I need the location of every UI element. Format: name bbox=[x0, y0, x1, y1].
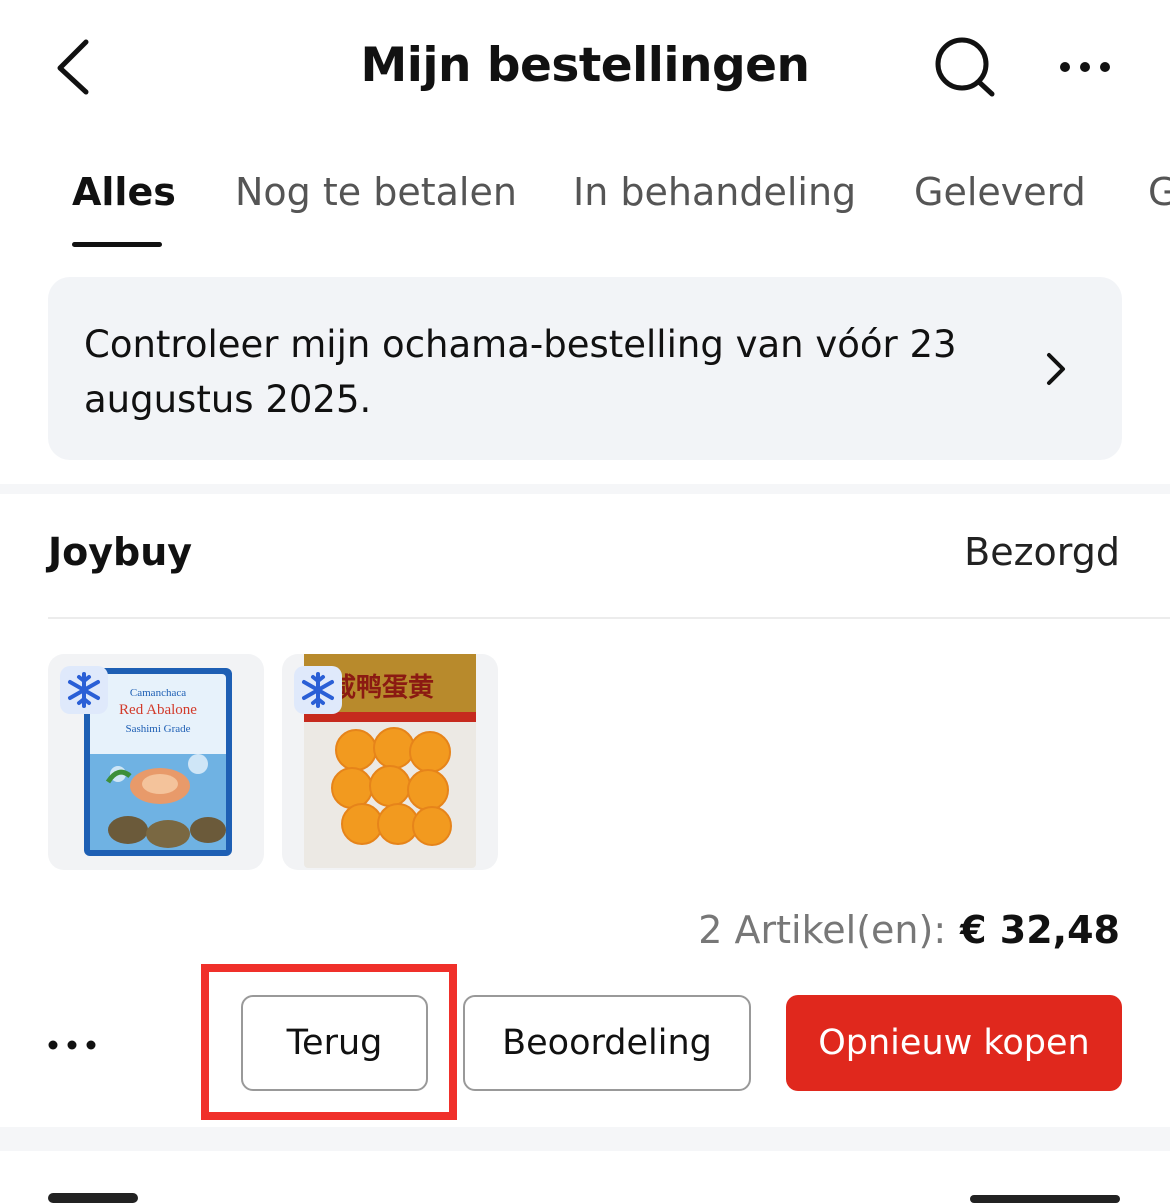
ellipsis-icon bbox=[48, 1040, 96, 1050]
order-status: Bezorgd bbox=[964, 530, 1120, 574]
item-count: 2 Artikel(en): bbox=[698, 908, 947, 952]
abalone-grade-text: Sashimi Grade bbox=[125, 723, 190, 735]
frozen-snowflake-icon bbox=[302, 672, 334, 708]
frozen-snowflake-icon bbox=[68, 672, 100, 708]
buy-again-button[interactable]: Opnieuw kopen bbox=[786, 995, 1122, 1091]
abalone-product-text: Red Abalone bbox=[119, 702, 197, 718]
section-divider bbox=[0, 1127, 1170, 1151]
next-status-cutoff bbox=[970, 1195, 1120, 1203]
tab-in-progress[interactable]: In behandeling bbox=[573, 170, 856, 214]
tab-all[interactable]: Alles bbox=[72, 170, 176, 214]
search-button[interactable] bbox=[932, 36, 998, 100]
frozen-badge bbox=[294, 666, 342, 714]
frozen-badge bbox=[60, 666, 108, 714]
next-shop-name-cutoff bbox=[48, 1193, 138, 1203]
tab-to-pay[interactable]: Nog te betalen bbox=[235, 170, 517, 214]
return-button[interactable]: Terug bbox=[241, 995, 428, 1091]
abalone-brand-text: Camanchaca bbox=[130, 687, 186, 699]
product-thumbnail-egg-yolk[interactable]: 咸鸭蛋黄 bbox=[282, 654, 498, 870]
ellipsis-icon bbox=[1060, 62, 1110, 72]
next-order-card bbox=[0, 1151, 1170, 1203]
order-total: € 32,48 bbox=[960, 908, 1120, 952]
banner-text: Controleer mijn ochama-bestelling van vó… bbox=[84, 323, 957, 421]
product-thumbnail-abalone[interactable]: Camanchaca Red Abalone Sashimi Grade bbox=[48, 654, 264, 870]
active-tab-indicator bbox=[72, 242, 162, 247]
old-orders-banner[interactable]: Controleer mijn ochama-bestelling van vó… bbox=[48, 277, 1122, 460]
order-summary: 2 Artikel(en): € 32,48 bbox=[698, 908, 1120, 952]
egg-yolk-package-text: 咸鸭蛋黄 bbox=[330, 673, 434, 703]
tab-more-truncated[interactable]: G bbox=[1148, 170, 1170, 214]
section-divider bbox=[0, 484, 1170, 494]
top-bar: Mijn bestellingen bbox=[0, 0, 1170, 135]
card-divider bbox=[48, 617, 1170, 619]
search-icon bbox=[935, 37, 995, 97]
more-actions-button[interactable] bbox=[46, 1030, 100, 1060]
shop-name[interactable]: Joybuy bbox=[48, 530, 192, 574]
more-options-button[interactable] bbox=[1056, 52, 1116, 82]
chevron-right-icon bbox=[1047, 353, 1065, 385]
order-status-tabs: Alles Nog te betalen In behandeling Gele… bbox=[0, 160, 1170, 255]
review-button[interactable]: Beoordeling bbox=[463, 995, 751, 1091]
tab-delivered[interactable]: Geleverd bbox=[914, 170, 1086, 214]
